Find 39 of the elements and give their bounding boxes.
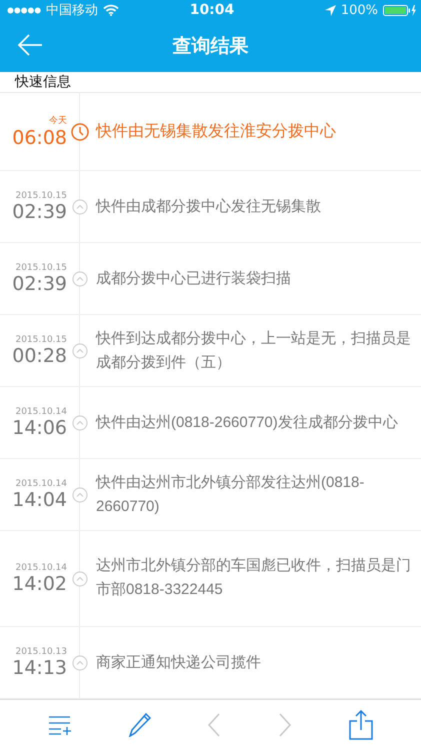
event-description: 商家正通知快递公司揽件 xyxy=(95,652,262,673)
chevron-right-icon xyxy=(278,713,292,738)
event-time: 02:39 xyxy=(12,200,67,223)
event-time: 14:02 xyxy=(12,572,67,595)
event-description: 快件由无锡集散发往淮安分拨中心 xyxy=(94,122,337,142)
event-description: 成都分拨中心已进行装袋扫描 xyxy=(95,268,292,289)
event-date: 今天 xyxy=(49,114,67,128)
event-date: 2015.10.13 xyxy=(15,646,67,657)
location-icon xyxy=(324,4,336,16)
event-description: 快件到达成都分拨中心，上一站是无，扫描员是成都分拨到件（五） xyxy=(94,328,412,373)
event-date: 2015.10.14 xyxy=(15,406,67,417)
event-time: 02:39 xyxy=(12,272,67,295)
event-date: 2015.10.15 xyxy=(15,334,67,345)
event-time: 14:04 xyxy=(12,488,67,511)
wifi-icon xyxy=(103,4,119,16)
carrier-name: 中国移动 xyxy=(46,2,98,19)
event-description: 快件由达州市北外镇分部发往达州(0818-2660770) xyxy=(94,472,366,517)
event-time: 06:08 xyxy=(12,127,67,150)
back-button[interactable] xyxy=(18,34,42,56)
event-description: 达州市北外镇分部的车国彪已收件，扫描员是门市部0818-3322445 xyxy=(95,556,412,600)
event-description: 快件由达州(0818-2660770)发往成都分拨中心 xyxy=(94,412,399,433)
event-description: 快件由成都分拨中心发往无锡集散 xyxy=(94,196,322,217)
chevron-left-icon xyxy=(207,713,222,738)
event-time: 14:13 xyxy=(12,656,67,679)
battery-icon xyxy=(382,4,417,16)
battery-percent: 100% xyxy=(340,2,378,18)
pencil-icon xyxy=(128,713,151,738)
status-time: 10:04 xyxy=(190,2,234,18)
event-date: 2015.10.15 xyxy=(15,190,67,201)
list-add-icon xyxy=(48,715,72,736)
event-time: 00:28 xyxy=(12,344,67,367)
section-title: 快速信息 xyxy=(15,75,71,90)
event-date: 2015.10.15 xyxy=(15,262,67,273)
event-date: 2015.10.14 xyxy=(15,562,67,573)
signal-icon xyxy=(7,6,41,14)
event-time: 14:06 xyxy=(12,416,67,439)
event-date: 2015.10.14 xyxy=(15,478,67,489)
page-title: 查询结果 xyxy=(172,34,248,59)
share-icon xyxy=(348,710,373,740)
